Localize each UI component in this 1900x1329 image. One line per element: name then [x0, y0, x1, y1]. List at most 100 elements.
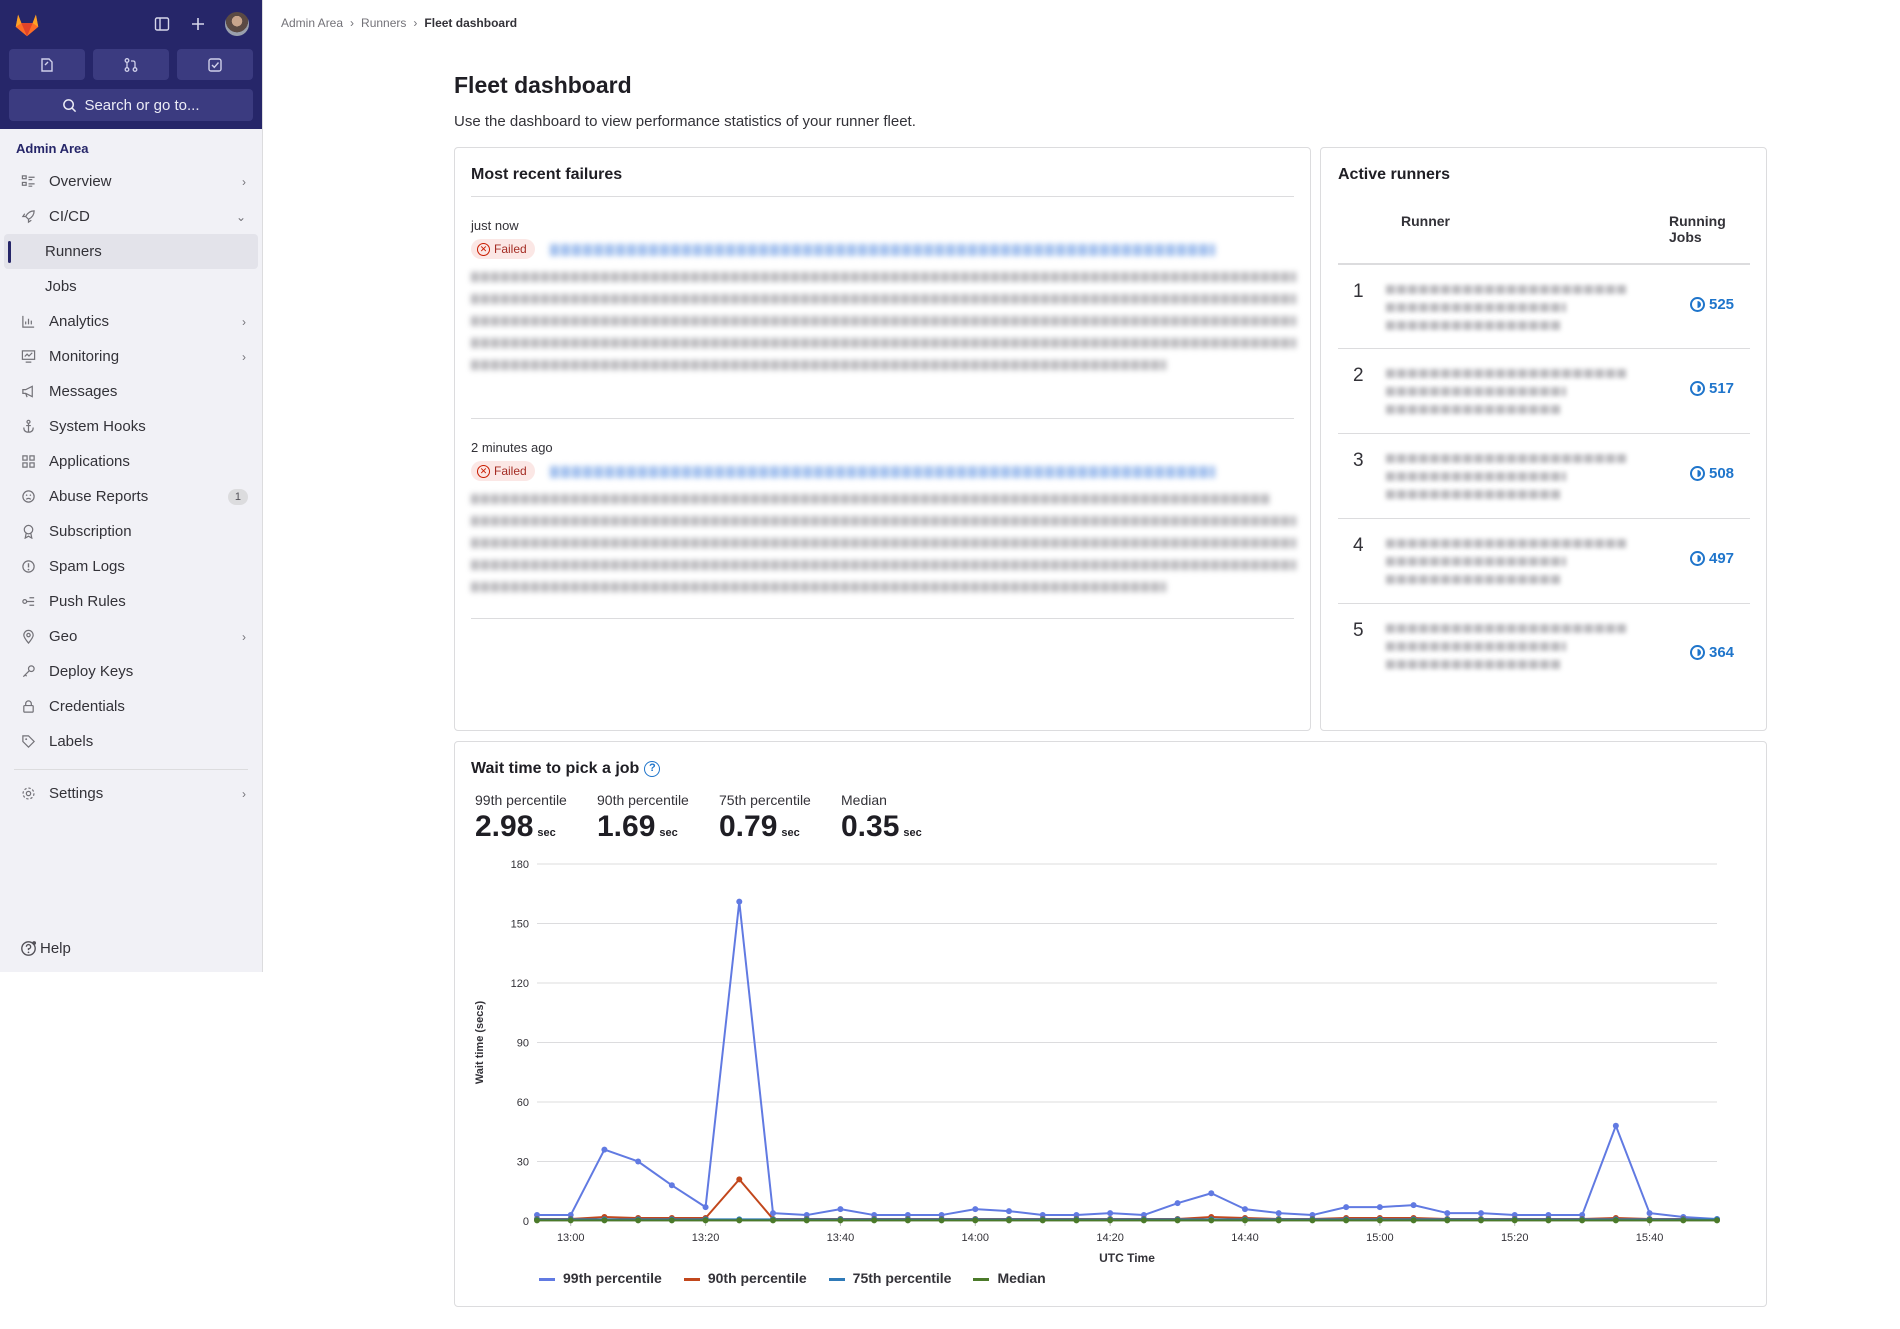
todos-button[interactable]: [177, 49, 253, 80]
help-label: Help: [40, 940, 71, 957]
sidebar-item-label: Applications: [49, 453, 130, 470]
sidebar-item-subscription[interactable]: Subscription: [4, 514, 258, 549]
sidebar-item-cicd[interactable]: CI/CD ⌄: [4, 199, 258, 234]
stat-number: 0.79: [719, 810, 778, 843]
data-point: [635, 1158, 642, 1165]
sidebar-item-analytics[interactable]: Analytics ›: [4, 304, 258, 339]
sidebar-item-messages[interactable]: Messages: [4, 374, 258, 409]
sidebar-item-abuse-reports[interactable]: Abuse Reports 1: [4, 479, 258, 514]
legend-item[interactable]: 90th percentile: [683, 1270, 807, 1286]
stat-p99: 99th percentile 2.98 sec: [475, 792, 567, 844]
sidebar-item-label: Abuse Reports: [49, 488, 149, 505]
failure-log-line: [471, 560, 1296, 570]
y-tick-label: 0: [523, 1216, 529, 1228]
search-button[interactable]: Search or go to...: [9, 89, 253, 121]
data-point: [1107, 1217, 1114, 1224]
breadcrumb-runners[interactable]: Runners: [361, 16, 406, 30]
legend-item[interactable]: 75th percentile: [828, 1270, 951, 1286]
sidebar-item-jobs[interactable]: Jobs: [4, 269, 258, 304]
sidebar-item-labels[interactable]: Labels: [4, 724, 258, 759]
running-jobs-link[interactable]: 497: [1690, 550, 1734, 567]
plus-icon[interactable]: [189, 15, 207, 33]
x-tick-label: 15:40: [1636, 1232, 1664, 1244]
y-tick-label: 150: [511, 919, 529, 931]
runner-name[interactable]: [1386, 285, 1626, 339]
running-jobs-link[interactable]: 525: [1690, 296, 1734, 313]
sidebar-item-label: Geo: [49, 628, 78, 645]
data-point: [1174, 1200, 1181, 1207]
running-jobs-link[interactable]: 517: [1690, 380, 1734, 397]
running-jobs-count: 525: [1709, 296, 1735, 313]
stat-median: Median 0.35 sec: [841, 792, 922, 844]
breadcrumb: Admin Area › Runners › Fleet dashboard: [281, 16, 517, 30]
sidebar-item-deploy-keys[interactable]: Deploy Keys: [4, 654, 258, 689]
running-jobs-count: 364: [1709, 644, 1735, 661]
legend-item[interactable]: 99th percentile: [539, 1270, 662, 1286]
breadcrumb-admin-area[interactable]: Admin Area: [281, 16, 343, 30]
sidebar-item-applications[interactable]: Applications: [4, 444, 258, 479]
data-point: [668, 1182, 675, 1189]
sidebar-item-label: Labels: [49, 733, 94, 750]
stat-unit: sec: [537, 827, 556, 839]
sidebar-item-spam-logs[interactable]: Spam Logs: [4, 549, 258, 584]
table-row: 4 497: [1338, 518, 1750, 603]
merge-request-icon: [124, 57, 138, 72]
data-point: [1006, 1208, 1012, 1215]
sidebar-item-system-hooks[interactable]: System Hooks: [4, 409, 258, 444]
running-status-icon: [1690, 645, 1705, 660]
series-line: [537, 900, 1718, 1221]
section-label: Admin Area: [16, 141, 89, 156]
legend-item[interactable]: Median: [973, 1270, 1046, 1286]
sidebar-item-push-rules[interactable]: Push Rules: [4, 584, 258, 619]
data-point: [1545, 1217, 1552, 1224]
x-tick-label: 14:40: [1231, 1232, 1259, 1244]
sidebar-item-runners[interactable]: Runners: [4, 234, 258, 269]
avatar[interactable]: [225, 12, 249, 36]
sidebar-item-label: Runners: [45, 243, 102, 260]
chart-legend: 99th percentile 90th percentile 75th perce…: [539, 1270, 1046, 1286]
sidebar-item-overview[interactable]: Overview ›: [4, 164, 258, 199]
stat-label: 75th percentile: [719, 792, 811, 808]
data-point: [601, 1217, 608, 1224]
status-label: Failed: [494, 464, 527, 478]
running-jobs-link[interactable]: 508: [1690, 465, 1734, 482]
gitlab-logo-icon[interactable]: [12, 9, 42, 39]
chevron-right-icon: ›: [242, 174, 246, 189]
sidebar-item-label: Push Rules: [49, 593, 126, 610]
location-icon: [20, 629, 36, 645]
issues-button[interactable]: [9, 49, 85, 80]
help-button[interactable]: Help: [20, 940, 71, 957]
merge-requests-button[interactable]: [93, 49, 169, 80]
failure-time: just now: [471, 218, 519, 233]
sidebar: Search or go to... Admin Area Overview ›…: [0, 0, 263, 972]
sidebar-item-label: Deploy Keys: [49, 663, 134, 680]
job-link[interactable]: [550, 244, 1215, 256]
breadcrumb-current[interactable]: Fleet dashboard: [424, 16, 517, 30]
data-point: [1579, 1217, 1586, 1224]
sidebar-toggle-icon[interactable]: [153, 15, 171, 33]
data-point: [702, 1204, 709, 1211]
x-tick-label: 13:00: [557, 1232, 585, 1244]
wait-time-chart[interactable]: 0 30 60 90 120 150 180 13:00 13:20 13:40 14:00 14:2…: [455, 842, 1766, 1267]
sidebar-item-settings[interactable]: Settings ›: [4, 776, 258, 811]
runner-rank: 4: [1353, 535, 1364, 556]
rocket-icon: [20, 209, 36, 225]
job-link[interactable]: [550, 466, 1215, 478]
error-icon: ✕: [477, 464, 490, 478]
help-icon[interactable]: ?: [644, 761, 661, 777]
runner-name[interactable]: [1386, 539, 1626, 593]
sidebar-item-monitoring[interactable]: Monitoring ›: [4, 339, 258, 374]
breadcrumb-separator: ›: [413, 16, 418, 30]
sidebar-item-geo[interactable]: Geo ›: [4, 619, 258, 654]
running-jobs-link[interactable]: 364: [1690, 644, 1734, 661]
runner-name[interactable]: [1386, 369, 1626, 423]
sidebar-item-credentials[interactable]: Credentials: [4, 689, 258, 724]
table-row: 5 364: [1338, 603, 1750, 703]
runner-name[interactable]: [1386, 624, 1626, 678]
data-point: [1107, 1210, 1114, 1217]
failure-log-line: [471, 338, 1296, 348]
key-icon: [20, 664, 36, 680]
divider: [14, 769, 248, 770]
failure-log-line: [471, 272, 1296, 282]
runner-name[interactable]: [1386, 454, 1626, 508]
